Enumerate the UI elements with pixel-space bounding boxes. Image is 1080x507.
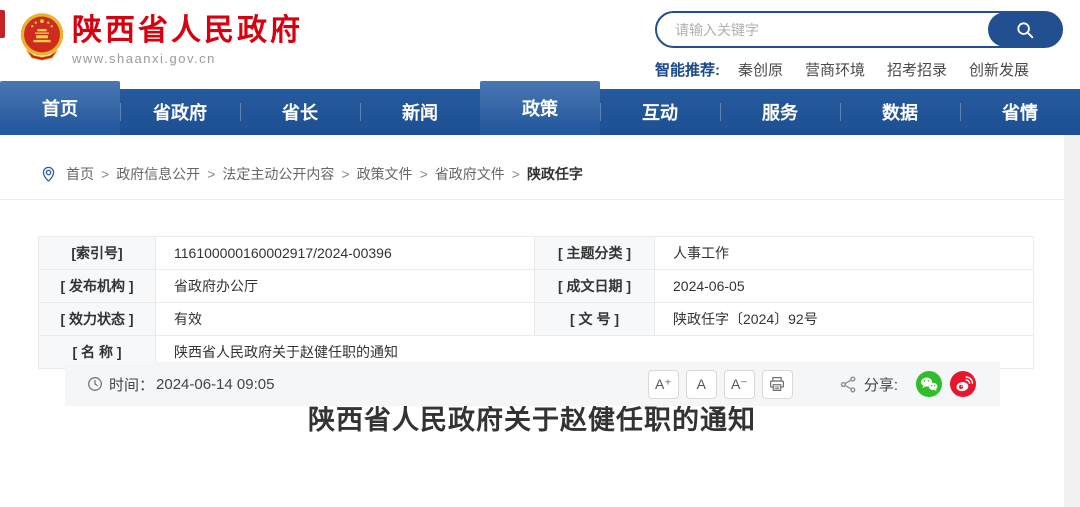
nav-item-province-info[interactable]: 省情 bbox=[960, 89, 1080, 135]
left-red-ribbon bbox=[0, 10, 5, 38]
breadcrumb-separator: > bbox=[341, 166, 350, 182]
breadcrumb-current: 陕政任字 bbox=[526, 166, 583, 182]
site-title: 陕西省人民政府 bbox=[72, 14, 303, 47]
nav-item-home[interactable]: 首页 bbox=[0, 81, 120, 135]
content-area: 首页 > 政府信息公开 > 法定主动公开内容 > 政策文件 > 省政府文件 > … bbox=[0, 135, 1080, 507]
article-tools: A⁺ A A⁻ 分享: bbox=[641, 369, 976, 399]
time-value: 2024-06-14 09:05 bbox=[156, 375, 275, 393]
topic-category-label: [ 主题分类 ] bbox=[534, 236, 655, 270]
time-label: 时间： bbox=[109, 376, 155, 394]
nav-item-data[interactable]: 数据 bbox=[840, 89, 960, 135]
scrollbar-track[interactable] bbox=[1064, 135, 1080, 507]
printer-icon bbox=[768, 375, 786, 393]
share-nodes-icon bbox=[839, 375, 858, 394]
search-area: 智能推荐: 秦创原 营商环境 招考招录 创新发展 bbox=[655, 11, 1065, 80]
font-normal-button[interactable]: A bbox=[685, 369, 717, 399]
wechat-share-button[interactable] bbox=[916, 371, 942, 397]
breadcrumb-separator: > bbox=[419, 166, 428, 182]
index-number-value: 116100000160002917/2024-00396 bbox=[155, 236, 535, 270]
smart-recommend-row: 智能推荐: 秦创原 营商环境 招考招录 创新发展 bbox=[655, 59, 1065, 80]
site-url: www.shaanxi.gov.cn bbox=[72, 51, 216, 66]
breadcrumb-gov-info[interactable]: 政府信息公开 bbox=[116, 164, 200, 184]
breadcrumb-home[interactable]: 首页 bbox=[66, 164, 94, 184]
magnifier-icon bbox=[1014, 19, 1036, 41]
table-row: [ 发布机构 ] 省政府办公厅 [ 成文日期 ] 2024-06-05 bbox=[38, 269, 1034, 303]
doc-number-label: [ 文 号 ] bbox=[534, 302, 655, 336]
print-button[interactable] bbox=[761, 369, 793, 399]
recommend-link-qinchuangyuan[interactable]: 秦创原 bbox=[738, 59, 783, 80]
page: 陕西省人民政府 www.shaanxi.gov.cn 智能推荐: 秦创原 bbox=[0, 0, 1080, 507]
topic-category-value: 人事工作 bbox=[654, 236, 1034, 270]
location-pin-icon bbox=[40, 166, 57, 183]
nav-item-interaction[interactable]: 互动 bbox=[600, 89, 720, 135]
breadcrumb-separator: > bbox=[207, 166, 216, 182]
share-label: 分享: bbox=[863, 376, 898, 394]
breadcrumb-separator: > bbox=[101, 166, 110, 182]
recommend-link-business-env[interactable]: 营商环境 bbox=[805, 59, 865, 80]
site-header: 陕西省人民政府 www.shaanxi.gov.cn 智能推荐: 秦创原 bbox=[0, 0, 1080, 89]
weibo-share-button[interactable] bbox=[950, 371, 976, 397]
nav-item-policy[interactable]: 政策 bbox=[480, 81, 600, 135]
validity-status-value: 有效 bbox=[155, 302, 535, 336]
main-nav: 首页 省政府 省长 新闻 政策 互动 服务 数据 省情 bbox=[0, 81, 1080, 135]
nav-item-services[interactable]: 服务 bbox=[720, 89, 840, 135]
nav-item-provincial-gov[interactable]: 省政府 bbox=[120, 89, 240, 135]
breadcrumb: 首页 > 政府信息公开 > 法定主动公开内容 > 政策文件 > 省政府文件 > … bbox=[0, 135, 1080, 200]
doc-number-value: 陕政任字〔2024〕92号 bbox=[654, 302, 1034, 336]
font-increase-button[interactable]: A⁺ bbox=[647, 369, 679, 399]
breadcrumb-statutory-disclosure[interactable]: 法定主动公开内容 bbox=[222, 164, 334, 184]
breadcrumb-provincial-docs[interactable]: 省政府文件 bbox=[435, 164, 505, 184]
recommend-link-recruitment[interactable]: 招考招录 bbox=[887, 59, 947, 80]
issue-date-value: 2024-06-05 bbox=[654, 269, 1034, 303]
search-input[interactable] bbox=[675, 13, 975, 46]
font-decrease-button[interactable]: A⁻ bbox=[723, 369, 755, 399]
recommend-link-innovation[interactable]: 创新发展 bbox=[969, 59, 1029, 80]
nav-item-governor[interactable]: 省长 bbox=[240, 89, 360, 135]
search-box bbox=[655, 11, 1063, 48]
breadcrumb-policy-docs[interactable]: 政策文件 bbox=[357, 164, 413, 184]
table-row: [索引号] 116100000160002917/2024-00396 [ 主题… bbox=[38, 236, 1034, 270]
index-number-label: [索引号] bbox=[38, 236, 156, 270]
validity-status-label: [ 效力状态 ] bbox=[38, 302, 156, 336]
publish-time: 时间： 2024-06-14 09:05 bbox=[87, 374, 274, 395]
issuing-agency-value: 省政府办公厅 bbox=[155, 269, 535, 303]
nav-item-news[interactable]: 新闻 bbox=[360, 89, 480, 135]
issuing-agency-label: [ 发布机构 ] bbox=[38, 269, 156, 303]
article-info-bar: 时间： 2024-06-14 09:05 A⁺ A A⁻ 分享: bbox=[65, 362, 1000, 406]
smart-recommend-label: 智能推荐: bbox=[655, 62, 720, 79]
table-row: [ 效力状态 ] 有效 [ 文 号 ] 陕政任字〔2024〕92号 bbox=[38, 302, 1034, 336]
brand-block: 陕西省人民政府 www.shaanxi.gov.cn bbox=[72, 14, 303, 66]
search-button[interactable] bbox=[988, 12, 1062, 47]
breadcrumb-separator: > bbox=[511, 166, 520, 182]
share-group: 分享: bbox=[839, 371, 976, 397]
national-emblem-icon bbox=[17, 11, 67, 61]
document-meta-table: [索引号] 116100000160002917/2024-00396 [ 主题… bbox=[38, 236, 1034, 369]
issue-date-label: [ 成文日期 ] bbox=[534, 269, 655, 303]
clock-icon bbox=[87, 376, 109, 392]
